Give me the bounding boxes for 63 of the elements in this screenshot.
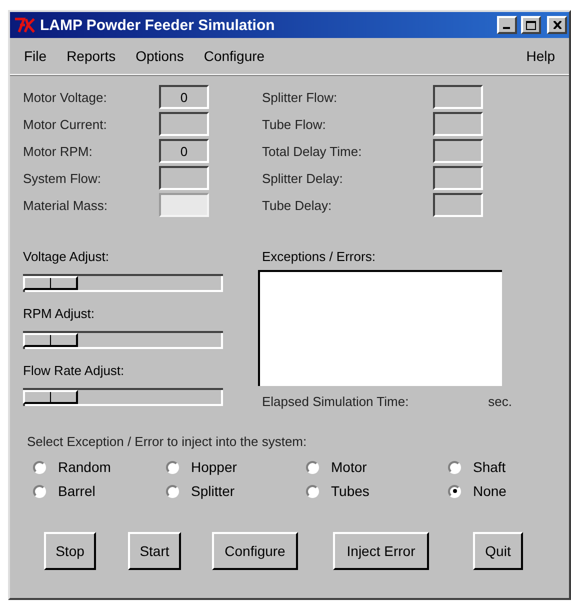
radio-label: Motor: [331, 459, 367, 475]
radio-icon[interactable]: [306, 460, 319, 474]
field-label: Motor Current:: [23, 116, 108, 132]
radio-icon[interactable]: [33, 460, 46, 474]
slider-thumb[interactable]: [23, 390, 78, 404]
menu-item[interactable]: Configure: [204, 48, 265, 64]
window-title: LAMP Powder Feeder Simulation: [40, 16, 276, 34]
menu-item[interactable]: Reports: [66, 48, 116, 64]
slider-label: Voltage Adjust:: [23, 249, 110, 266]
action-button[interactable]: Stop: [44, 532, 96, 570]
radio-option[interactable]: Tubes: [306, 483, 448, 499]
maximize-button[interactable]: [521, 16, 541, 34]
radio-option[interactable]: Splitter: [166, 483, 306, 499]
close-button[interactable]: [547, 16, 567, 34]
action-button[interactable]: Configure: [212, 532, 298, 570]
radio-icon[interactable]: [306, 484, 319, 498]
radio-icon[interactable]: [33, 484, 46, 498]
radio-option[interactable]: Hopper: [166, 459, 306, 475]
unit-label: sec.: [488, 394, 512, 409]
app-logo-icon: [14, 17, 36, 33]
radio-icon[interactable]: [448, 460, 461, 474]
action-button[interactable]: Inject Error: [333, 532, 429, 570]
radio-option[interactable]: None: [448, 483, 548, 499]
radio-option[interactable]: Random: [33, 459, 166, 475]
action-button[interactable]: Start: [128, 532, 181, 570]
inject-prompt: Select Exception / Error to inject into the system:: [27, 434, 307, 449]
field-label: System Flow:: [23, 170, 102, 186]
radio-label: Random: [58, 459, 111, 475]
errors-label: Exceptions / Errors:: [262, 249, 376, 264]
readout-field: 0: [159, 85, 209, 109]
radio-icon[interactable]: [448, 484, 461, 498]
field-label: Motor RPM:: [23, 144, 94, 158]
field-label: Tube Delay:: [262, 198, 333, 212]
radio-label: None: [473, 483, 506, 499]
radio-option[interactable]: Motor: [306, 459, 448, 475]
field-label: Tube Flow:: [262, 116, 327, 132]
field-label: Motor Voltage:: [23, 90, 108, 104]
radio-label: Tubes: [331, 483, 370, 499]
radio-label: Splitter: [191, 483, 235, 499]
menu-item[interactable]: Help: [526, 48, 555, 64]
slider-label: Flow Rate Adjust:: [23, 363, 126, 380]
field-label: Total Delay Time:: [262, 144, 363, 158]
readout-field: 0: [159, 139, 209, 163]
maximize-icon: [526, 20, 536, 30]
radio-label: Hopper: [191, 459, 237, 475]
field-label: Splitter Delay:: [262, 170, 344, 186]
radio-label: Shaft: [473, 459, 506, 475]
elapsed-time-label: Elapsed Simulation Time:: [262, 394, 409, 409]
radio-icon[interactable]: [166, 484, 179, 498]
action-button[interactable]: Quit: [473, 532, 523, 570]
field-label: Splitter Flow:: [262, 90, 338, 104]
radio-option[interactable]: Shaft: [448, 459, 548, 475]
slider-label: RPM Adjust:: [23, 306, 96, 323]
slider-thumb[interactable]: [23, 276, 78, 290]
slider-thumb[interactable]: [23, 333, 78, 347]
menu-item[interactable]: Options: [136, 48, 184, 64]
minimize-button[interactable]: [497, 16, 517, 34]
menu-item[interactable]: File: [24, 48, 47, 64]
field-label: Material Mass:: [23, 198, 109, 212]
radio-label: Barrel: [58, 483, 96, 499]
close-icon: [552, 21, 562, 29]
radio-option[interactable]: Barrel: [33, 483, 166, 499]
radio-icon[interactable]: [166, 460, 179, 474]
